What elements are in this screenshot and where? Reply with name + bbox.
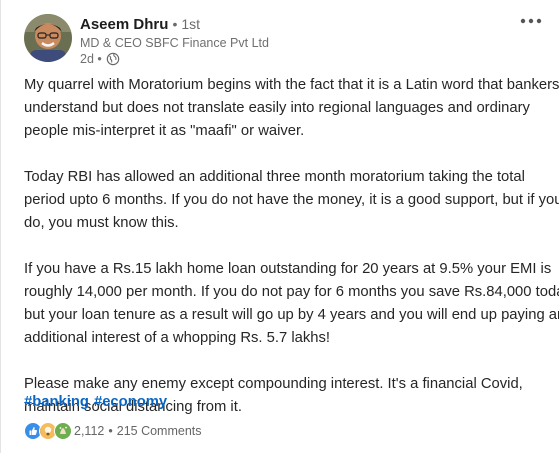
hashtag-banking[interactable]: #banking	[24, 394, 89, 410]
post-line: but your loan tenure as a result will go…	[24, 307, 559, 323]
reactions-count[interactable]: 2,112	[74, 424, 104, 438]
feed-post-card: Aseem Dhru • 1st MD & CEO SBFC Finance P…	[0, 0, 559, 453]
author-avatar[interactable]	[24, 14, 72, 62]
post-time: 2d •	[80, 52, 102, 66]
hashtags: #banking #economy	[24, 394, 167, 410]
post-line: My quarrel with Moratorium begins with t…	[24, 77, 559, 93]
post-line: Today RBI has allowed an additional thre…	[24, 169, 525, 185]
post-line: Please make any enemy except compounding…	[24, 376, 523, 392]
post-line: people mis-interpret it as "maafi" or wa…	[24, 123, 305, 139]
post-line: do, you must know this.	[24, 215, 179, 231]
post-line: additional interest of a whopping Rs. 5.…	[24, 330, 330, 346]
post-line: period upto 6 months. If you do not have…	[24, 192, 559, 208]
post-paragraph: Today RBI has allowed an additional thre…	[24, 166, 559, 235]
comments-count[interactable]: 215 Comments	[117, 424, 202, 438]
post-meta: 2d •	[80, 52, 120, 66]
connection-degree: • 1st	[172, 16, 200, 32]
author-name-row[interactable]: Aseem Dhru • 1st	[80, 16, 200, 33]
reaction-icons[interactable]	[24, 422, 72, 440]
post-line: roughly 14,000 per month. If you do not …	[24, 284, 559, 300]
separator: •	[108, 424, 113, 438]
social-counts: 2,112 • 215 Comments	[24, 422, 202, 440]
globe-icon	[106, 52, 120, 66]
post-paragraph: My quarrel with Moratorium begins with t…	[24, 74, 559, 143]
post-line: understand but does not translate easily…	[24, 100, 530, 116]
post-paragraph: If you have a Rs.15 lakh home loan outst…	[24, 258, 559, 350]
post-line: If you have a Rs.15 lakh home loan outst…	[24, 261, 552, 277]
author-headline: MD & CEO SBFC Finance Pvt Ltd	[80, 36, 269, 50]
more-options-icon[interactable]	[519, 14, 543, 28]
post-body: My quarrel with Moratorium begins with t…	[24, 74, 559, 442]
hashtag-economy[interactable]: #economy	[94, 394, 167, 410]
author-name[interactable]: Aseem Dhru	[80, 16, 168, 33]
celebrate-icon	[54, 422, 72, 440]
